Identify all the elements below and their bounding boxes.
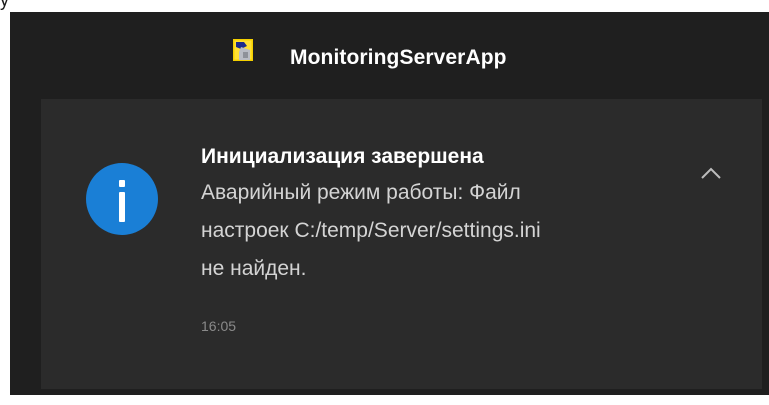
app-icon	[233, 39, 253, 61]
top-strip: y	[0, 0, 769, 12]
partial-background-text: y	[0, 0, 9, 10]
chevron-up-icon	[701, 167, 721, 179]
notification-body: Аварийный режим работы: Файл настроек C:…	[201, 174, 701, 288]
info-icon	[86, 163, 158, 235]
notification-toast[interactable]: Инициализация завершена Аварийный режим …	[41, 99, 762, 389]
info-icon-stem	[119, 192, 125, 222]
notification-group: MonitoringServerApp Инициализация заверш…	[10, 12, 769, 395]
collapse-button[interactable]	[697, 161, 725, 185]
app-name: MonitoringServerApp	[290, 46, 507, 69]
notification-body-line: Аварийный режим работы: Файл	[201, 181, 521, 204]
notification-body-line: настроек C:/temp/Server/settings.ini	[201, 219, 541, 242]
notification-time: 16:05	[201, 318, 237, 334]
app-header[interactable]: MonitoringServerApp	[10, 12, 769, 100]
notification-body-line: не найден.	[201, 257, 307, 280]
info-icon-dot	[119, 180, 125, 187]
bottom-strip	[0, 395, 769, 405]
notification-title: Инициализация завершена	[201, 145, 484, 168]
